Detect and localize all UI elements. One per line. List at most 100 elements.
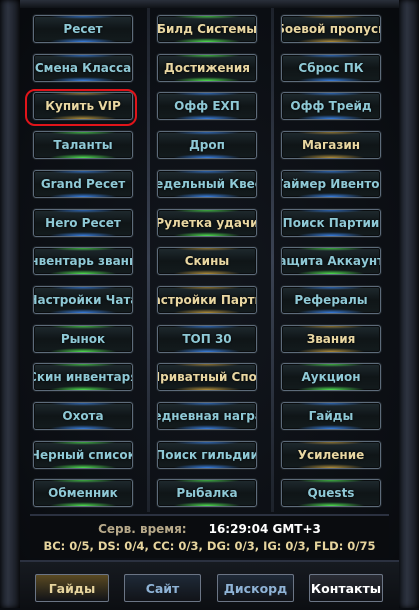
menu-button[interactable]: Grand Ресет xyxy=(33,170,133,198)
menu-button-label: Купить VIP xyxy=(45,99,121,113)
menu-button-label: Смена Класса xyxy=(34,61,132,75)
button-glow-bottom xyxy=(296,154,366,158)
menu-button[interactable]: Поиск Партии xyxy=(281,209,381,237)
menu-button[interactable]: Черный список xyxy=(33,441,133,469)
menu-button-label: Рефералы xyxy=(294,293,368,307)
button-glow-top xyxy=(296,364,366,367)
menu-button[interactable]: Приватный Спот xyxy=(157,363,257,391)
menu-button[interactable]: Настройки Партии xyxy=(157,286,257,314)
menu-button[interactable]: ТОП 30 xyxy=(157,325,257,353)
button-glow-top xyxy=(172,93,242,96)
button-glow-top xyxy=(296,210,366,213)
menu-button[interactable]: Защита Аккаунта xyxy=(281,247,381,275)
menu-button[interactable]: Недельный Квест xyxy=(157,170,257,198)
site-nav-button[interactable]: Сайт xyxy=(124,574,201,602)
menu-button[interactable]: Инвентарь званий xyxy=(33,247,133,275)
button-glow-bottom xyxy=(48,77,118,81)
menu-button-label: Hero Ресет xyxy=(45,216,121,230)
menu-button[interactable]: Скины xyxy=(157,247,257,275)
menu-button[interactable]: Quests xyxy=(281,479,381,507)
button-glow-top xyxy=(296,326,366,329)
menu-button-label: Ежедневная награда xyxy=(158,409,256,423)
menu-button[interactable]: Магазин xyxy=(281,131,381,159)
button-glow-top xyxy=(172,132,242,135)
button-glow-top xyxy=(296,442,366,445)
button-glow-bottom xyxy=(296,193,366,197)
menu-button[interactable]: Таймер Ивентов xyxy=(281,170,381,198)
button-glow-bottom xyxy=(296,115,366,119)
menu-button[interactable]: Билд Системы xyxy=(157,15,257,43)
menu-button-label: Quests xyxy=(307,486,355,500)
button-glow-top xyxy=(48,210,118,213)
menu-button-label: Инвентарь званий xyxy=(34,254,132,268)
button-glow-top xyxy=(296,171,366,174)
button-glow-top xyxy=(48,364,118,367)
menu-button[interactable]: Боевой пропуск xyxy=(281,15,381,43)
menu-button[interactable]: Hero Ресет xyxy=(33,209,133,237)
button-glow-top xyxy=(48,93,118,96)
menu-button[interactable]: Аукцион xyxy=(281,363,381,391)
button-glow-bottom xyxy=(296,425,366,429)
menu-button[interactable]: Усиление xyxy=(281,441,381,469)
menu-button[interactable]: Сброс ПК xyxy=(281,54,381,82)
menu-button[interactable]: Достижения xyxy=(157,54,257,82)
server-time-line: Серв. время: 16:29:04 GMT+3 xyxy=(30,522,389,536)
frame-left-border xyxy=(0,0,20,608)
contacts-nav-button[interactable]: Контакты xyxy=(309,574,383,602)
menu-button[interactable]: Обменник xyxy=(33,479,133,507)
menu-button[interactable]: Звания xyxy=(281,325,381,353)
menu-button[interactable]: Поиск гильдии xyxy=(157,441,257,469)
button-glow-top xyxy=(296,93,366,96)
menu-button[interactable]: Рулетка удачи xyxy=(157,209,257,237)
menu-button[interactable]: Дроп xyxy=(157,131,257,159)
frame-right-border xyxy=(399,0,419,608)
button-glow-bottom xyxy=(48,270,118,274)
menu-button[interactable]: Скин инвентаря xyxy=(33,363,133,391)
button-glow-bottom xyxy=(172,77,242,81)
menu-button-label: Достижения xyxy=(164,61,250,75)
button-glow-top xyxy=(172,364,242,367)
button-glow-top xyxy=(48,16,118,19)
button-glow-top xyxy=(172,248,242,251)
menu-window: Ресет Билд Системы Боевой пропуск Смена Кла… xyxy=(0,0,419,610)
button-glow-top xyxy=(296,55,366,58)
menu-button-label: Боевой пропуск xyxy=(281,22,381,36)
button-glow-top xyxy=(48,442,118,445)
button-glow-bottom xyxy=(48,386,118,390)
button-glow-top xyxy=(296,403,366,406)
menu-button[interactable]: Таланты xyxy=(33,131,133,159)
menu-button-label: Скин инвентаря xyxy=(33,370,133,384)
site-nav-label: Сайт xyxy=(145,580,180,596)
button-glow-top xyxy=(172,210,242,213)
menu-button-label: Обменник xyxy=(48,486,118,500)
menu-button[interactable]: Рынок xyxy=(33,325,133,353)
menu-button[interactable]: Гайды xyxy=(281,402,381,430)
button-glow-bottom xyxy=(172,115,242,119)
menu-button[interactable]: Рыбалка xyxy=(157,479,257,507)
menu-button-label: Звания xyxy=(306,332,356,346)
menu-button[interactable]: Настройки Чата xyxy=(33,286,133,314)
menu-button[interactable]: Смена Класса xyxy=(33,54,133,82)
button-glow-top xyxy=(48,326,118,329)
menu-button-label: Ресет xyxy=(63,22,103,36)
menu-button[interactable]: Купить VIP xyxy=(33,92,133,120)
menu-button[interactable]: Ежедневная награда xyxy=(157,402,257,430)
button-glow-top xyxy=(172,326,242,329)
menu-button[interactable]: Ресет xyxy=(33,15,133,43)
menu-button[interactable]: Офф ЕХП xyxy=(157,92,257,120)
server-status-panel: Серв. время: 16:29:04 GMT+3 BC: 0/5, DS: … xyxy=(30,514,389,558)
menu-button-label: Билд Системы xyxy=(157,22,257,36)
button-glow-top xyxy=(172,403,242,406)
button-glow-bottom xyxy=(48,502,118,506)
button-glow-top xyxy=(48,248,118,251)
guides-nav-button[interactable]: Гайды xyxy=(35,574,109,602)
discord-nav-button[interactable]: Дискорд xyxy=(217,574,294,602)
contacts-nav-label: Контакты xyxy=(310,580,382,596)
button-glow-bottom xyxy=(296,270,366,274)
menu-button[interactable]: Охота xyxy=(33,402,133,430)
button-glow-bottom xyxy=(296,464,366,468)
menu-button[interactable]: Рефералы xyxy=(281,286,381,314)
button-glow-bottom xyxy=(296,309,366,313)
menu-button[interactable]: Офф Трейд xyxy=(281,92,381,120)
button-glow-bottom xyxy=(172,193,242,197)
